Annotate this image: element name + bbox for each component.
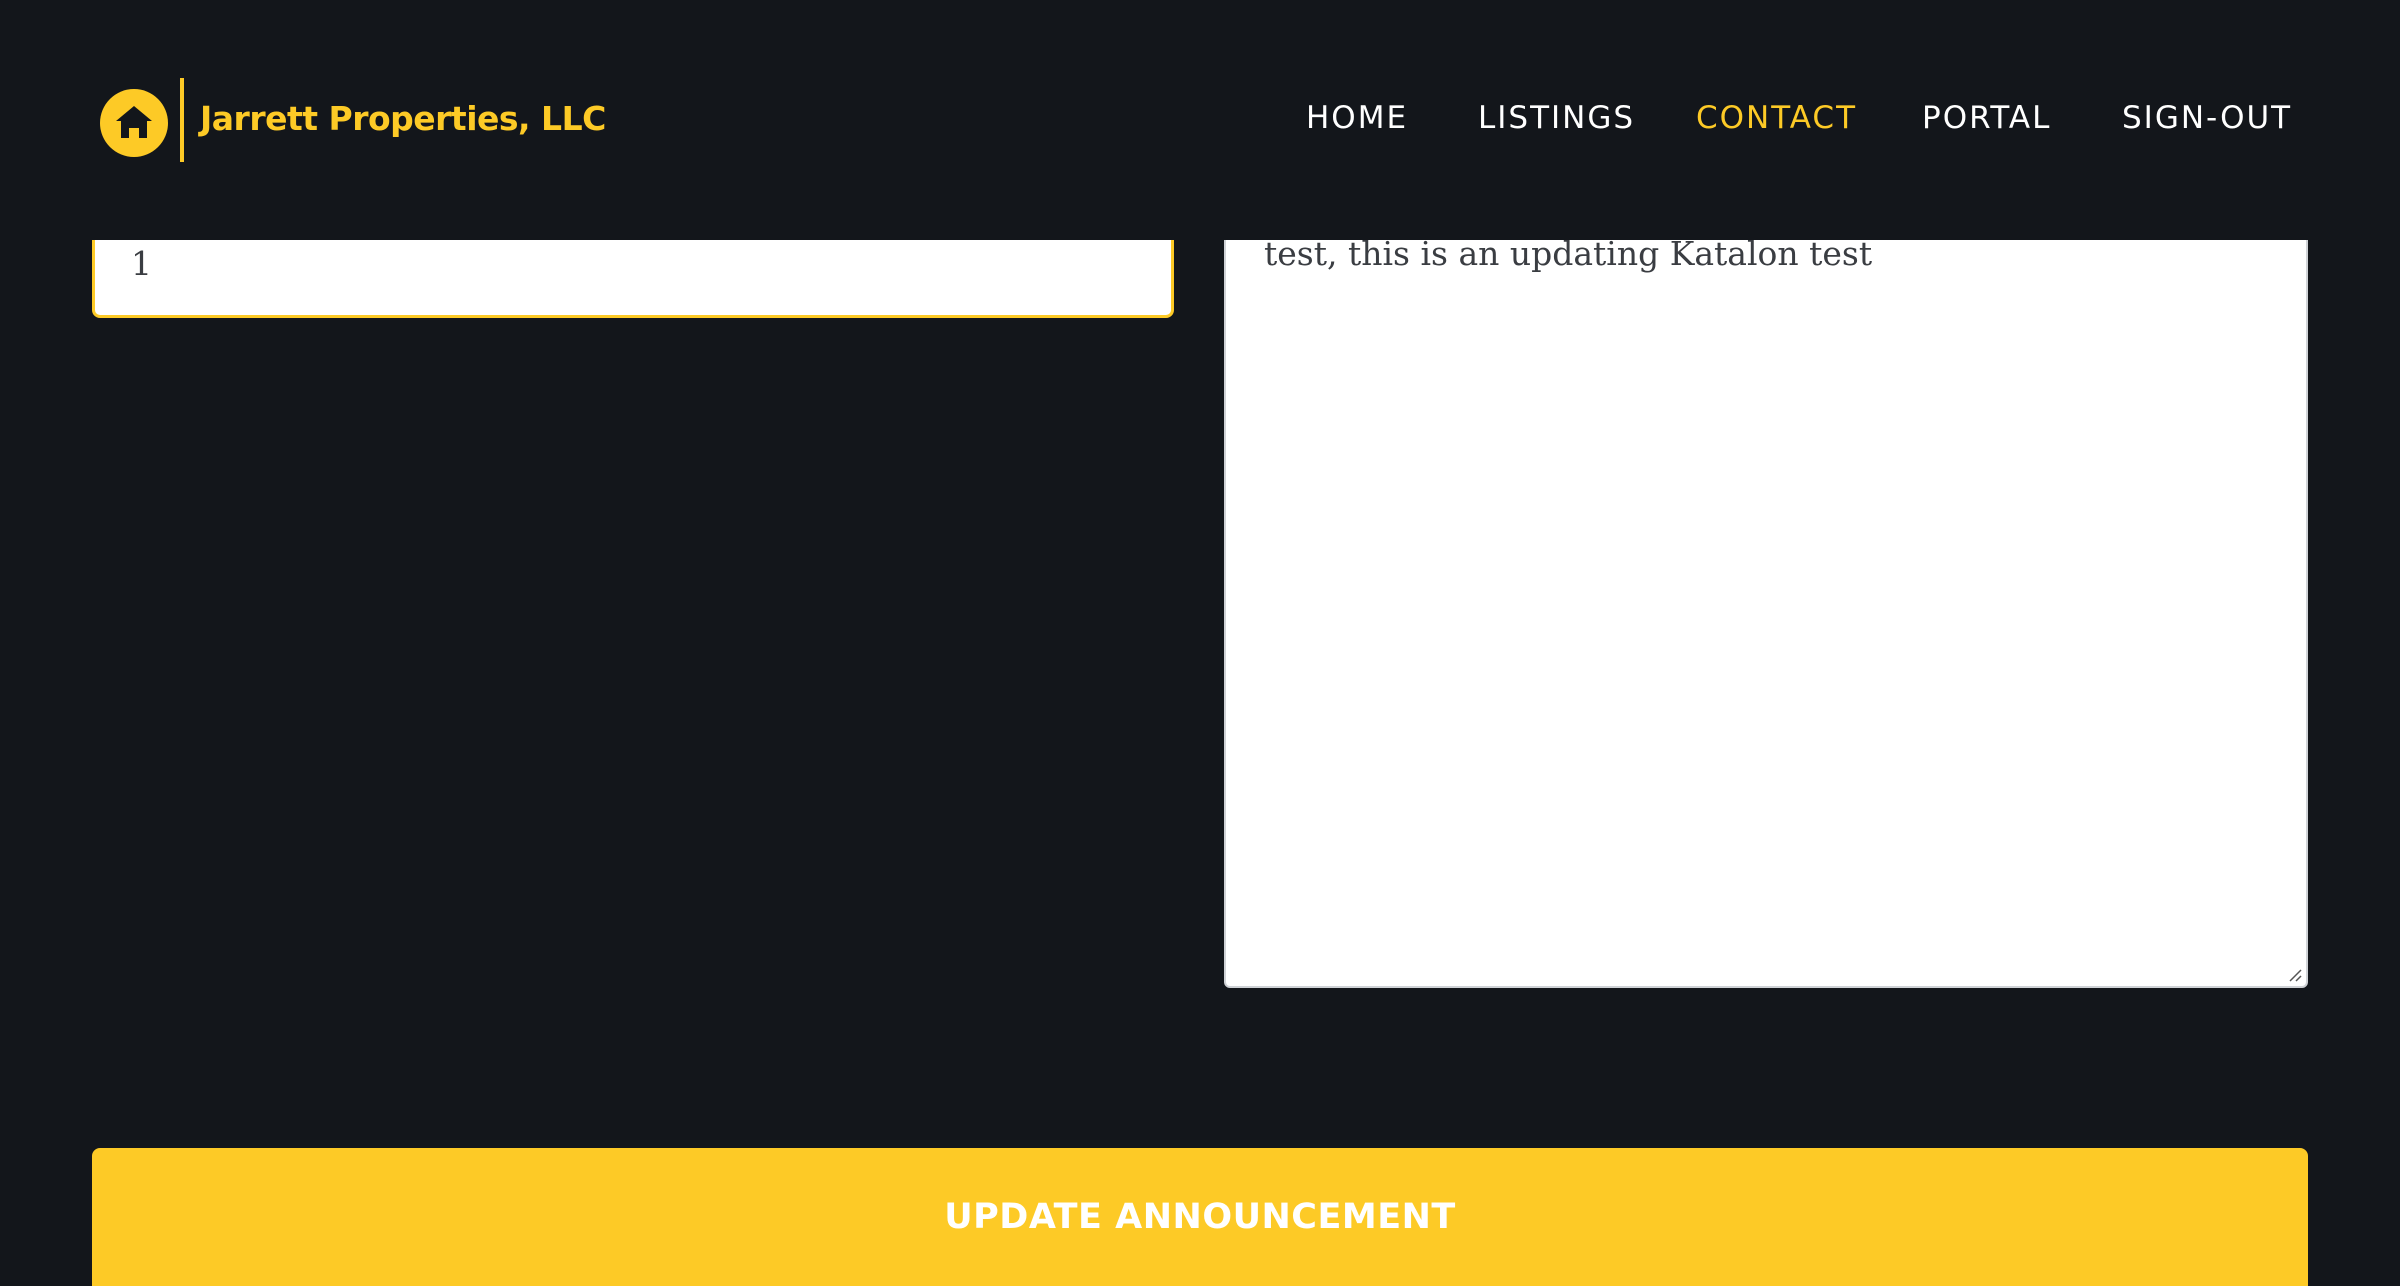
nav-home[interactable]: HOME [1306, 96, 1408, 140]
nav-portal[interactable]: PORTAL [1922, 96, 2051, 140]
update-announcement-button[interactable]: UPDATE ANNOUNCEMENT [92, 1148, 2308, 1286]
house-icon[interactable] [100, 89, 168, 157]
site-header: Jarrett Properties, LLC HOME LISTINGS CO… [0, 0, 2400, 240]
brand-name[interactable]: Jarrett Properties, LLC [200, 97, 606, 141]
nav-sign-out[interactable]: SIGN-OUT [2122, 96, 2292, 140]
logo-divider [180, 78, 184, 162]
nav-contact[interactable]: CONTACT [1696, 96, 1857, 140]
message-field[interactable]: test, this is an updating Katalon test [1224, 180, 2308, 988]
nav-listings[interactable]: LISTINGS [1478, 96, 1635, 140]
order-input[interactable] [131, 233, 1131, 293]
resize-grip-icon[interactable] [2286, 966, 2302, 982]
message-textarea[interactable]: test, this is an updating Katalon test [1264, 232, 2264, 932]
